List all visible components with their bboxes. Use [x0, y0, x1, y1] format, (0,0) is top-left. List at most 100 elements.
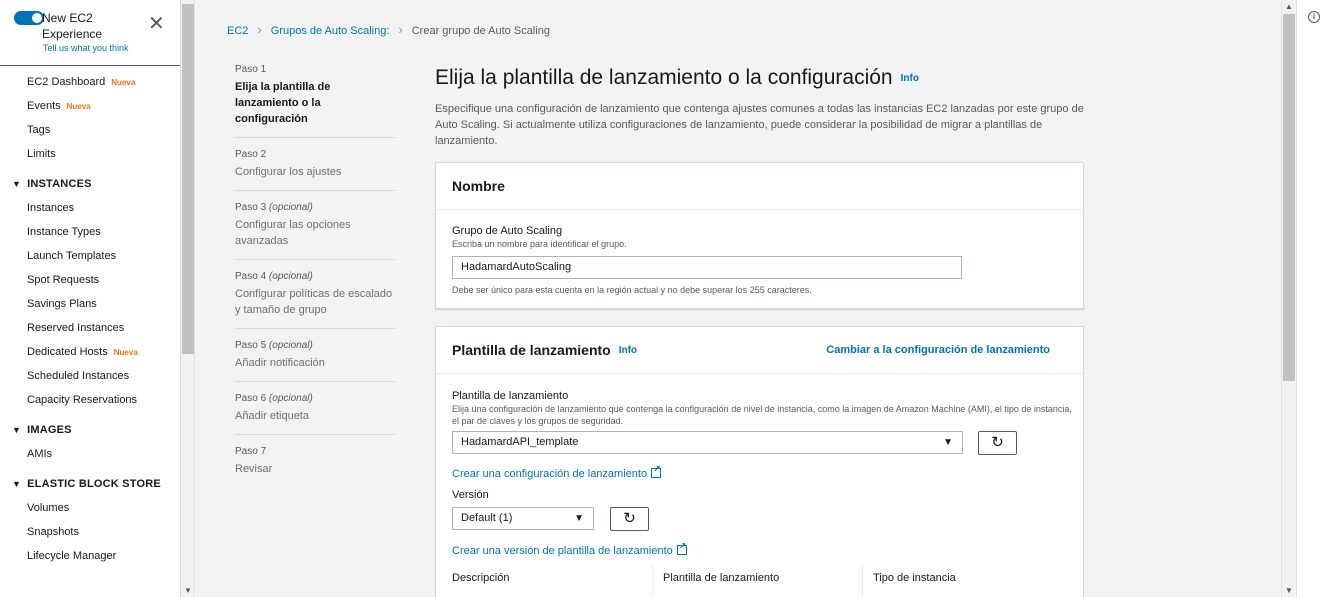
caret-down-icon: ▼ [943, 437, 953, 448]
version-label: Versión [452, 489, 489, 501]
breadcrumb-auto-scaling-groups[interactable]: Grupos de Auto Scaling: [271, 25, 390, 37]
sidebar-item-dedicated-hosts[interactable]: Dedicated Hosts Nueva [0, 340, 180, 364]
step-number: Paso 3 (opcional) [235, 202, 313, 213]
toggle-label: New EC2 Experience [42, 11, 103, 41]
step-3: Paso 3 (opcional) Configurar las opcione… [235, 201, 395, 260]
sidebar-item-savings-plans[interactable]: Savings Plans [0, 292, 180, 316]
breadcrumb-current: Crear grupo de Auto Scaling [411, 25, 550, 37]
page-description: Especifique una configuración de lanzami… [435, 103, 1084, 147]
column-divider [862, 564, 863, 597]
step-number: Paso 4 (opcional) [235, 271, 313, 282]
refresh-templates-button[interactable]: ↻ [978, 431, 1017, 455]
step-title: Revisar [235, 463, 273, 475]
step-7: Paso 7 Revisar [235, 445, 395, 487]
asg-name-input[interactable]: HadamardAutoScaling [452, 256, 962, 279]
sidebar-section-images[interactable]: ▼ IMAGES [0, 412, 180, 442]
refresh-icon: ↻ [991, 434, 1004, 451]
page-title: Elija la plantilla de lanzamiento o la c… [435, 66, 919, 89]
help-rail: i [1296, 0, 1329, 597]
create-launch-config-link[interactable]: Crear una configuración de lanzamiento [452, 464, 662, 482]
scroll-down-icon[interactable]: ▼ [1285, 586, 1293, 595]
feedback-link[interactable]: Tell us what you think [43, 43, 129, 53]
sidebar-scrollbar[interactable]: ▼ [181, 0, 195, 597]
launch-template-panel-header: Plantilla de lanzamiento Info Cambiar a l… [436, 327, 1083, 374]
external-link-icon [651, 464, 662, 478]
scroll-down-icon[interactable]: ▼ [184, 586, 192, 595]
switch-to-launch-config-link[interactable]: Cambiar a la configuración de lanzamient… [826, 327, 1050, 373]
new-experience-toggle-box: New EC2 Experience Tell us what you thin… [10, 8, 180, 64]
template-details: Descripción Plantilla de lanzamiento Tip… [452, 564, 1072, 597]
step-title: Elija la plantilla de lanzamiento o la c… [235, 81, 331, 125]
name-panel: Nombre Grupo de Auto Scaling Escriba un … [435, 162, 1084, 309]
caret-down-icon: ▼ [12, 479, 22, 489]
step-6: Paso 6 (opcional) Añadir etiqueta [235, 392, 395, 435]
sidebar-item-scheduled-instances[interactable]: Scheduled Instances [0, 364, 180, 388]
step-number: Paso 6 (opcional) [235, 393, 313, 404]
sidebar-item-events[interactable]: Events Nueva [0, 94, 180, 118]
sidebar-item-instance-types[interactable]: Instance Types [0, 220, 180, 244]
sidebar-scroll-thumb[interactable] [182, 4, 194, 354]
sidebar-item-capacity-reservations[interactable]: Capacity Reservations [0, 388, 180, 412]
launch-template-panel: Plantilla de lanzamiento Info Cambiar a l… [435, 326, 1084, 597]
info-link[interactable]: Info [619, 345, 637, 356]
main-scrollbar[interactable]: ▲ ▼ [1281, 0, 1295, 597]
external-link-icon [676, 541, 687, 555]
new-badge: Nueva [66, 102, 91, 111]
sidebar-item-launch-templates[interactable]: Launch Templates [0, 244, 180, 268]
launch-template-help: Elija una configuración de lanzamiento q… [452, 404, 1072, 426]
caret-down-icon: ▼ [12, 425, 22, 435]
step-1: Paso 1 Elija la plantilla de lanzamiento… [235, 63, 395, 138]
name-panel-header: Nombre [436, 163, 1083, 210]
new-experience-toggle[interactable] [14, 11, 44, 25]
version-select[interactable]: Default (1) ▼ [452, 507, 594, 530]
wizard-steps: Paso 1 Elija la plantilla de lanzamiento… [235, 63, 395, 497]
sidebar-item-reserved-instances[interactable]: Reserved Instances [0, 316, 180, 340]
sidebar-item-tags[interactable]: Tags [0, 118, 180, 142]
launch-template-select[interactable]: HadamardAPI_template ▼ [452, 431, 963, 454]
sidebar: New EC2 Experience Tell us what you thin… [0, 0, 181, 597]
step-title: Añadir etiqueta [235, 410, 309, 422]
sidebar-nav: EC2 Dashboard Nueva Events Nueva Tags Limi… [0, 70, 180, 568]
sidebar-item-ec2-dashboard[interactable]: EC2 Dashboard Nueva [0, 70, 180, 94]
sidebar-item-volumes[interactable]: Volumes [0, 496, 180, 520]
sidebar-section-instances[interactable]: ▼ INSTANCES [0, 166, 180, 196]
main-scroll-thumb[interactable] [1283, 14, 1295, 381]
sidebar-divider [0, 65, 180, 66]
sidebar-item-lifecycle-manager[interactable]: Lifecycle Manager [0, 544, 180, 568]
info-icon[interactable]: i [1308, 11, 1320, 23]
asg-name-hint: Debe ser único para esta cuenta en la re… [452, 285, 812, 295]
breadcrumb-ec2[interactable]: EC2 [227, 25, 248, 37]
step-5: Paso 5 (opcional) Añadir notificación [235, 339, 395, 382]
close-icon[interactable]: ✕ [148, 14, 165, 34]
sidebar-item-spot-requests[interactable]: Spot Requests [0, 268, 180, 292]
sidebar-item-limits[interactable]: Limits [0, 142, 180, 166]
info-link[interactable]: Info [901, 73, 919, 84]
sidebar-section-ebs[interactable]: ▼ ELASTIC BLOCK STORE [0, 466, 180, 496]
refresh-versions-button[interactable]: ↻ [610, 507, 649, 531]
col-instance-type: Tipo de instancia [873, 572, 956, 584]
col-launch-template: Plantilla de lanzamiento [663, 572, 780, 584]
sidebar-item-snapshots[interactable]: Snapshots [0, 520, 180, 544]
caret-down-icon: ▼ [574, 513, 584, 524]
step-number: Paso 5 (opcional) [235, 340, 313, 351]
create-template-version-link[interactable]: Crear una versión de plantilla de lanzam… [452, 541, 687, 559]
step-title: Configurar los ajustes [235, 166, 342, 178]
new-badge: Nueva [113, 348, 138, 357]
scroll-up-icon[interactable]: ▲ [1285, 2, 1293, 11]
step-title: Configurar las opciones avanzadas [235, 219, 351, 247]
step-4: Paso 4 (opcional) Configurar políticas d… [235, 270, 395, 329]
breadcrumb: EC2 › Grupos de Auto Scaling: › Crear grupo … [227, 22, 550, 37]
step-title: Configurar políticas de escalado y tamañ… [235, 288, 393, 316]
refresh-icon: ↻ [623, 510, 636, 527]
step-2: Paso 2 Configurar los ajustes [235, 148, 395, 191]
step-number: Paso 1 [235, 64, 267, 75]
asg-name-help: Escriba un nombre para identificar el gr… [452, 239, 627, 249]
column-divider [652, 564, 653, 597]
chevron-right-icon: › [398, 22, 403, 37]
asg-name-label: Grupo de Auto Scaling [452, 225, 563, 237]
sidebar-item-instances[interactable]: Instances [0, 196, 180, 220]
step-title: Añadir notificación [235, 357, 325, 369]
sidebar-item-amis[interactable]: AMIs [0, 442, 180, 466]
col-description: Descripción [452, 572, 510, 584]
new-badge: Nueva [111, 78, 136, 87]
